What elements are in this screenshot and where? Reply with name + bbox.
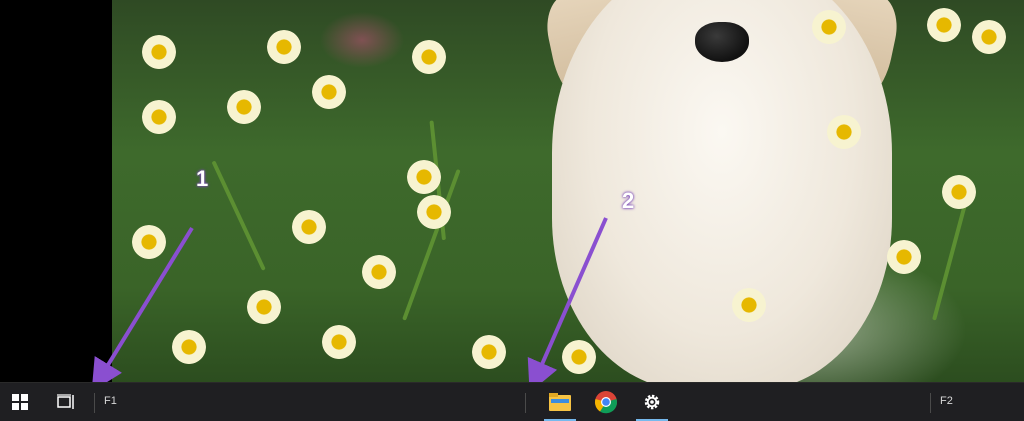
start-button[interactable] <box>0 383 40 421</box>
arrow-1 <box>91 226 194 392</box>
task-view-icon <box>57 394 74 409</box>
f2-label: F2 <box>940 395 953 407</box>
file-explorer-button[interactable] <box>540 383 580 421</box>
chrome-icon <box>594 391 618 414</box>
windows-icon <box>12 394 28 410</box>
taskbar-separator <box>94 393 95 413</box>
taskbar-separator <box>525 393 526 413</box>
arrow-2 <box>527 217 608 393</box>
taskbar-separator <box>930 393 931 413</box>
chrome-button[interactable] <box>586 383 626 421</box>
gear-icon <box>644 394 660 410</box>
task-view-button[interactable] <box>48 383 84 421</box>
f1-label: F1 <box>104 395 117 407</box>
file-explorer-icon <box>549 393 571 411</box>
taskbar: F1 F2 <box>0 382 1024 421</box>
settings-button[interactable] <box>632 383 672 421</box>
annotation-arrows <box>91 217 608 393</box>
